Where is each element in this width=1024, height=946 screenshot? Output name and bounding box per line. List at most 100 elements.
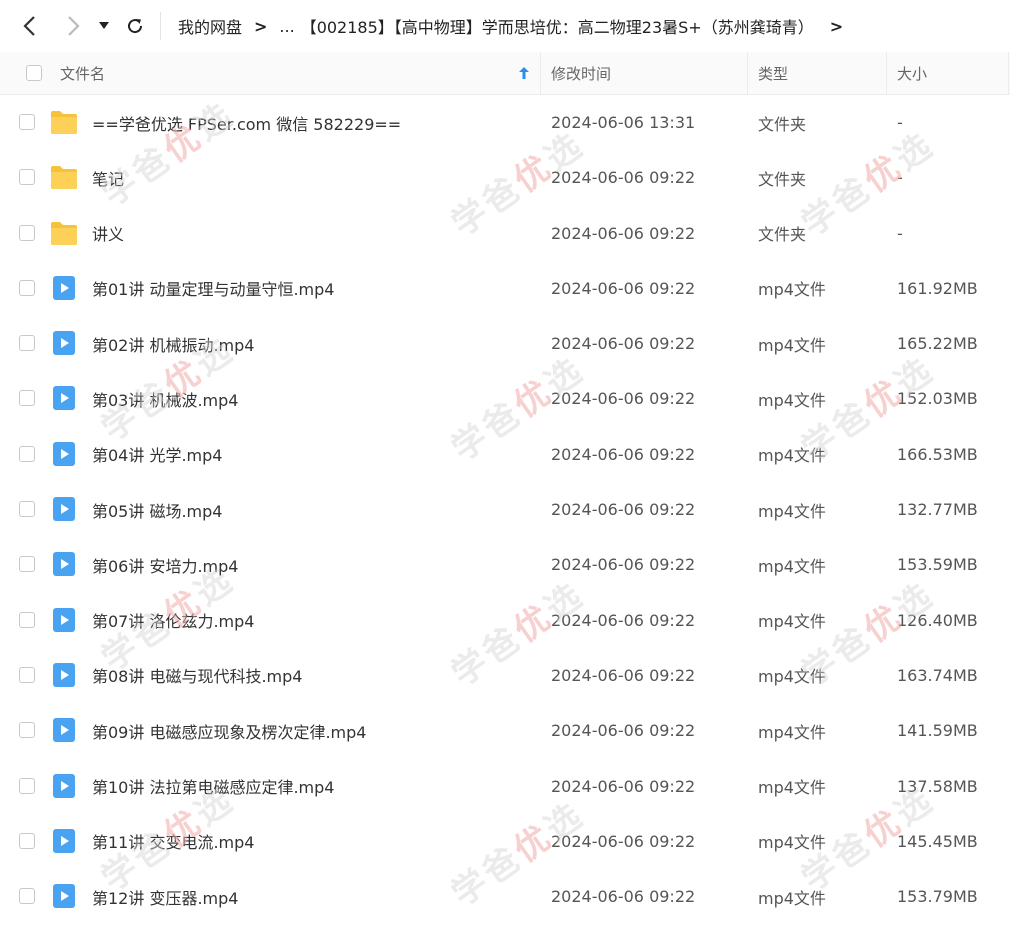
file-name[interactable]: 第01讲 动量定理与动量守恒.mp4 [92,261,334,316]
breadcrumb-root[interactable]: 我的网盘 [178,14,242,38]
caret-down-icon [99,22,109,29]
checkbox[interactable] [26,65,42,81]
row-checkbox[interactable] [19,611,35,628]
history-dropdown-button[interactable] [92,11,116,41]
file-row[interactable]: 讲义 2024-06-06 09:22 文件夹 - [0,206,1010,261]
file-modified-time: 2024-06-06 09:22 [551,500,696,520]
file-name[interactable]: 讲义 [92,206,124,261]
refresh-button[interactable] [120,11,150,41]
file-modified-time: 2024-06-06 09:22 [551,721,696,741]
toolbar: 我的网盘 > ... 【002185】【高中物理】学而思培优：高二物理23暑S+… [0,0,1024,52]
column-divider[interactable] [540,52,541,94]
folder-icon [50,164,78,190]
file-type: mp4文件 [758,833,826,853]
row-checkbox[interactable] [19,556,35,573]
file-row[interactable]: 第03讲 机械波.mp4 2024-06-06 09:22 mp4文件 152.03M… [0,371,1010,426]
file-size: 126.40MB [897,610,978,630]
column-header-size[interactable]: 大小 [897,52,927,94]
file-row[interactable]: 第01讲 动量定理与动量守恒.mp4 2024-06-06 09:22 mp4文件 1… [0,261,1010,316]
file-type: mp4文件 [758,390,826,410]
file-row[interactable]: 第10讲 法拉第电磁感应定律.mp4 2024-06-06 09:22 mp4文件 1… [0,759,1010,814]
file-modified-time: 2024-06-06 09:22 [551,887,696,907]
file-modified-time: 2024-06-06 09:22 [551,610,696,630]
back-button[interactable] [15,11,45,41]
breadcrumb-current-folder[interactable]: 【002185】【高中物理】学而思培优：高二物理23暑S+（苏州龚琦青） [301,14,814,38]
breadcrumb-ellipsis[interactable]: ... [279,17,294,36]
file-modified-time: 2024-06-06 09:22 [551,168,696,188]
column-divider[interactable] [1008,52,1009,94]
file-modified-time: 2024-06-06 09:22 [551,831,696,851]
file-type: 文件夹 [758,225,807,245]
video-file-icon [50,828,78,854]
column-divider[interactable] [747,52,748,94]
row-checkbox[interactable] [19,777,35,794]
file-row[interactable]: 第06讲 安培力.mp4 2024-06-06 09:22 mp4文件 153.59M… [0,537,1010,592]
file-size: - [897,223,903,243]
row-checkbox[interactable] [19,666,35,683]
file-size: 166.53MB [897,444,978,464]
file-name[interactable]: 第12讲 变压器.mp4 [92,869,238,924]
file-size: 161.92MB [897,278,978,298]
file-row[interactable]: 笔记 2024-06-06 09:22 文件夹 - [0,150,1010,205]
chevron-right-icon [68,16,80,36]
file-size: 145.45MB [897,831,978,851]
row-checkbox[interactable] [19,279,35,296]
row-checkbox[interactable] [19,501,35,518]
file-row[interactable]: 第08讲 电磁与现代科技.mp4 2024-06-06 09:22 mp4文件 163… [0,648,1010,703]
row-checkbox[interactable] [19,224,35,241]
breadcrumb-separator: > [829,16,844,36]
file-size: 153.59MB [897,555,978,575]
file-name[interactable]: 第10讲 法拉第电磁感应定律.mp4 [92,759,334,814]
file-size: 132.77MB [897,500,978,520]
video-file-icon [50,773,78,799]
file-type: mp4文件 [758,501,826,521]
file-name[interactable]: 第06讲 安培力.mp4 [92,537,238,592]
file-modified-time: 2024-06-06 09:22 [551,278,696,298]
file-modified-time: 2024-06-06 09:22 [551,444,696,464]
file-row[interactable]: 第09讲 电磁感应现象及楞次定律.mp4 2024-06-06 09:22 mp4文… [0,703,1010,758]
file-list: ==学爸优选 FPSer.com 微信 582229== 2024-06-06 1… [0,95,1010,924]
file-type: mp4文件 [758,612,826,632]
file-row[interactable]: 第12讲 变压器.mp4 2024-06-06 09:22 mp4文件 153.79M… [0,869,1010,924]
file-name[interactable]: 第02讲 机械振动.mp4 [92,316,254,371]
row-checkbox[interactable] [19,335,35,352]
sort-ascending-icon[interactable] [518,52,530,94]
file-name[interactable]: 第11讲 交变电流.mp4 [92,814,254,869]
row-checkbox[interactable] [19,390,35,407]
file-name[interactable]: 第04讲 光学.mp4 [92,427,222,482]
file-name[interactable]: 第03讲 机械波.mp4 [92,371,238,426]
row-checkbox[interactable] [19,832,35,849]
file-size: 152.03MB [897,389,978,409]
file-row[interactable]: ==学爸优选 FPSer.com 微信 582229== 2024-06-06 1… [0,95,1010,150]
chevron-left-icon [23,16,35,36]
refresh-icon [128,19,143,34]
row-checkbox[interactable] [19,169,35,186]
select-all-checkbox[interactable] [26,52,42,94]
column-header-type[interactable]: 类型 [758,52,788,94]
file-name[interactable]: 笔记 [92,150,124,205]
video-file-icon [50,662,78,688]
file-name[interactable]: 第07讲 洛伦兹力.mp4 [92,593,254,648]
file-row[interactable]: 第07讲 洛伦兹力.mp4 2024-06-06 09:22 mp4文件 126.40… [0,593,1010,648]
file-name[interactable]: 第05讲 磁场.mp4 [92,482,222,537]
file-row[interactable]: 第11讲 交变电流.mp4 2024-06-06 09:22 mp4文件 145.45… [0,814,1010,869]
video-file-icon [50,275,78,301]
file-row[interactable]: 第02讲 机械振动.mp4 2024-06-06 09:22 mp4文件 165.22… [0,316,1010,371]
file-name[interactable]: ==学爸优选 FPSer.com 微信 582229== [92,95,401,150]
row-checkbox[interactable] [19,888,35,905]
file-name[interactable]: 第09讲 电磁感应现象及楞次定律.mp4 [92,703,366,758]
row-checkbox[interactable] [19,114,35,130]
column-header-name[interactable]: 文件名 [60,52,105,94]
video-file-icon [50,717,78,743]
file-row[interactable]: 第04讲 光学.mp4 2024-06-06 09:22 mp4文件 166.53MB [0,427,1010,482]
file-size: 165.22MB [897,334,978,354]
row-checkbox[interactable] [19,722,35,739]
file-name[interactable]: 第08讲 电磁与现代科技.mp4 [92,648,302,703]
file-modified-time: 2024-06-06 13:31 [551,113,696,132]
row-checkbox[interactable] [19,445,35,462]
forward-button[interactable] [58,11,88,41]
column-header-modified[interactable]: 修改时间 [551,52,611,94]
file-row[interactable]: 第05讲 磁场.mp4 2024-06-06 09:22 mp4文件 132.77MB [0,482,1010,537]
file-size: 141.59MB [897,721,978,741]
column-divider[interactable] [886,52,887,94]
